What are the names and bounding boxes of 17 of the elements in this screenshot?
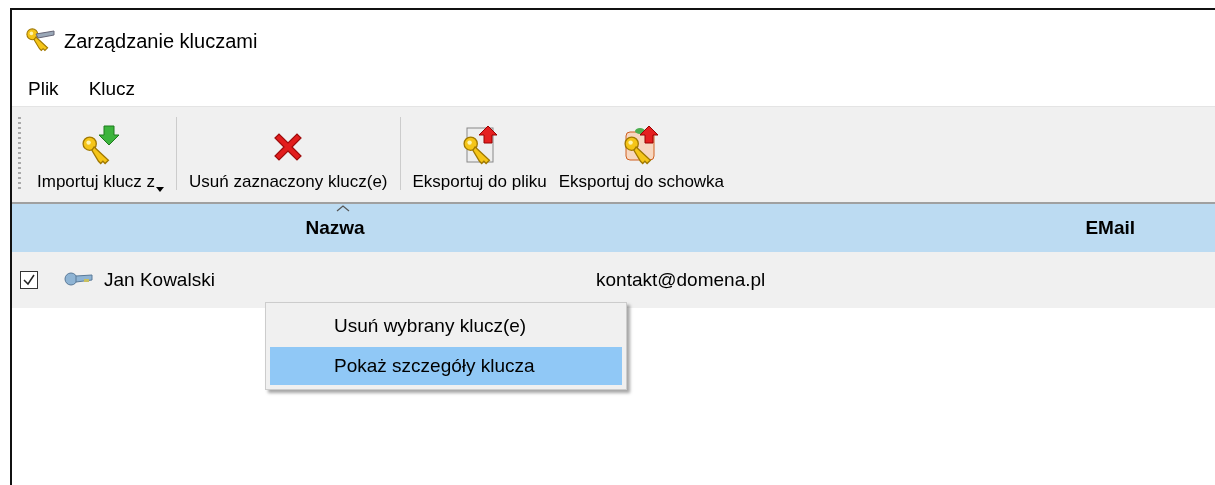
column-header[interactable]: Nazwa xyxy=(12,204,658,252)
toolbar-button[interactable]: Usuń zaznaczony klucz(e) xyxy=(183,111,394,196)
table-cell: Jan Kowalski xyxy=(104,269,215,291)
menu-item[interactable]: Usuń wybrany klucz(e) xyxy=(270,307,622,345)
table-cell-text: kontakt@domena.pl xyxy=(596,269,767,291)
window-title: Zarządzanie kluczami xyxy=(64,29,258,53)
key-arrow-icon xyxy=(79,124,122,166)
keys-icon xyxy=(26,28,56,54)
menu-item[interactable]: Plik xyxy=(28,78,59,106)
menu-item[interactable]: Klucz xyxy=(88,78,136,106)
checkbox[interactable] xyxy=(20,271,38,289)
toolbar-button[interactable]: Eksportuj do pliku xyxy=(406,111,553,196)
toolbar-button[interactable]: Importuj klucz z xyxy=(31,111,171,196)
menu-item[interactable]: Pokaż szczegóły klucza xyxy=(270,347,622,385)
toolbar-button[interactable]: Eksportuj do schowka xyxy=(552,111,731,196)
key-icon xyxy=(64,271,94,289)
column-header[interactable]: EMail xyxy=(658,204,1215,252)
